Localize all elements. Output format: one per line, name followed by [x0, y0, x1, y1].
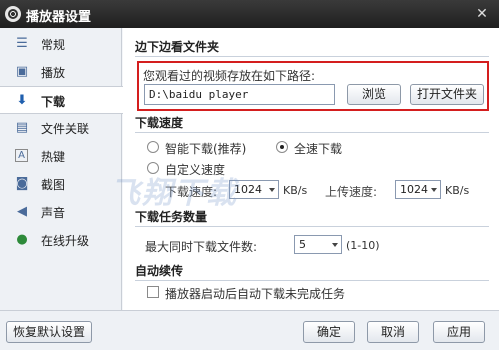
settings-window: 播放器设置 ✕ ☰ 常规 ▣ 播放 ⬇ 下载 ▤ 文件关联 A 热键 ◙ 截图 … [0, 0, 499, 350]
section-title-path: 边下边看文件夹 [135, 40, 220, 54]
upload-speed-select[interactable]: 1024 [395, 180, 441, 199]
list-icon: ☰ [16, 36, 28, 51]
sidebar-item-playback[interactable]: ▣ 播放 [0, 58, 122, 86]
restore-defaults-button[interactable]: 恢复默认设置 [6, 321, 92, 343]
max-downloads-value: 5 [299, 238, 306, 251]
sidebar-item-label: 常规 [41, 38, 66, 52]
sidebar-item-download[interactable]: ⬇ 下载 [0, 86, 123, 114]
section-divider [135, 56, 489, 57]
sidebar-item-label: 声音 [41, 206, 66, 220]
file-icon: ▤ [15, 120, 29, 135]
chevron-down-icon [431, 188, 437, 192]
dialog-footer: 恢复默认设置 确定 取消 应用 [0, 310, 499, 350]
sidebar-item-label: 播放 [41, 66, 66, 80]
settings-sidebar: ☰ 常规 ▣ 播放 ⬇ 下载 ▤ 文件关联 A 热键 ◙ 截图 ◀ 声音 ● 在 [0, 28, 123, 310]
title-bar: 播放器设置 ✕ [0, 0, 499, 28]
upload-speed-label: 上传速度: [325, 185, 378, 199]
upload-speed-unit: KB/s [445, 184, 470, 197]
section-divider [135, 226, 489, 227]
section-divider [135, 132, 489, 133]
smart-download-label: 智能下载(推荐) [165, 142, 247, 156]
download-speed-label: 下载速度: [165, 185, 218, 199]
custom-speed-label: 自定义速度 [165, 163, 226, 177]
section-title-speed: 下载速度 [135, 116, 184, 130]
browse-button[interactable]: 浏览 [347, 84, 401, 105]
download-path-input[interactable]: D:\baidu player [144, 84, 335, 105]
window-title: 播放器设置 [26, 10, 92, 25]
section-title-tasks: 下载任务数量 [135, 210, 208, 224]
full-speed-radio[interactable] [276, 141, 288, 153]
camera-icon: ◙ [15, 176, 29, 191]
download-icon: ⬇ [16, 93, 28, 108]
apply-button[interactable]: 应用 [433, 321, 485, 343]
sidebar-item-label: 截图 [41, 178, 66, 192]
max-downloads-select[interactable]: 5 [294, 235, 342, 254]
download-speed-select[interactable]: 1024 [229, 180, 279, 199]
download-settings-panel: 边下边看文件夹 您观看过的视频存放在如下路径: D:\baidu player … [123, 28, 499, 310]
sidebar-item-label: 在线升级 [41, 234, 90, 248]
section-title-resume: 自动续传 [135, 264, 184, 278]
auto-resume-label: 播放器启动后自动下载未完成任务 [165, 287, 346, 301]
sidebar-item-label: 下载 [41, 95, 66, 109]
sidebar-item-label: 热键 [41, 150, 66, 164]
cancel-button[interactable]: 取消 [367, 321, 419, 343]
globe-icon: ● [16, 232, 28, 247]
full-speed-label: 全速下载 [294, 142, 343, 156]
download-speed-value: 1024 [234, 183, 262, 196]
player-logo-icon [5, 6, 21, 22]
sidebar-item-sound[interactable]: ◀ 声音 [0, 198, 122, 226]
upload-speed-value: 1024 [400, 183, 428, 196]
chevron-down-icon [332, 243, 338, 247]
section-divider [135, 280, 489, 281]
max-downloads-range: (1-10) [346, 239, 380, 252]
sidebar-item-screenshot[interactable]: ◙ 截图 [0, 170, 122, 198]
chevron-down-icon [269, 188, 275, 192]
sidebar-item-online-upgrade[interactable]: ● 在线升级 [0, 226, 122, 254]
ok-button[interactable]: 确定 [303, 321, 355, 343]
max-downloads-label: 最大同时下载文件数: [145, 240, 258, 254]
custom-speed-radio[interactable] [147, 162, 159, 174]
smart-download-radio[interactable] [147, 141, 159, 153]
sidebar-item-hotkeys[interactable]: A 热键 [0, 142, 122, 170]
path-prompt: 您观看过的视频存放在如下路径: [143, 69, 316, 83]
sidebar-item-file-association[interactable]: ▤ 文件关联 [0, 114, 122, 142]
close-icon[interactable]: ✕ [473, 5, 491, 23]
hotkey-icon: A [15, 149, 28, 162]
sidebar-item-general[interactable]: ☰ 常规 [0, 30, 122, 58]
play-icon: ▣ [15, 64, 29, 79]
open-folder-button[interactable]: 打开文件夹 [410, 84, 484, 105]
speaker-icon: ◀ [17, 204, 27, 219]
sidebar-item-label: 文件关联 [41, 122, 90, 136]
auto-resume-checkbox[interactable] [147, 286, 159, 298]
download-speed-unit: KB/s [283, 184, 308, 197]
